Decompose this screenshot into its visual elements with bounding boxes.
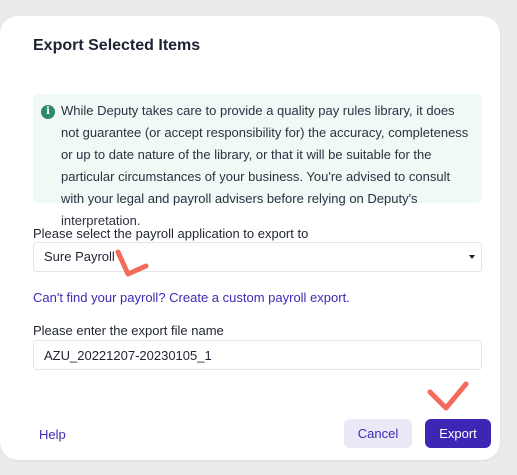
export-button[interactable]: Export: [425, 419, 491, 448]
info-circle-icon: i: [41, 105, 55, 119]
file-name-input[interactable]: [33, 340, 482, 370]
payroll-select[interactable]: Sure Payroll: [33, 242, 482, 272]
custom-payroll-export-link[interactable]: Can't find your payroll? Create a custom…: [33, 290, 350, 305]
file-name-label: Please enter the export file name: [33, 323, 224, 338]
info-notice-text: While Deputy takes care to provide a qua…: [61, 103, 469, 228]
cancel-button[interactable]: Cancel: [344, 419, 412, 448]
payroll-select-label: Please select the payroll application to…: [33, 226, 309, 241]
dialog-title: Export Selected Items: [33, 37, 201, 54]
export-dialog: Export Selected Items i While Deputy tak…: [0, 16, 500, 460]
chevron-down-icon: [469, 255, 475, 259]
payroll-select-value: Sure Payroll: [44, 249, 115, 264]
info-notice: i While Deputy takes care to provide a q…: [33, 94, 482, 228]
help-link[interactable]: Help: [39, 427, 66, 442]
